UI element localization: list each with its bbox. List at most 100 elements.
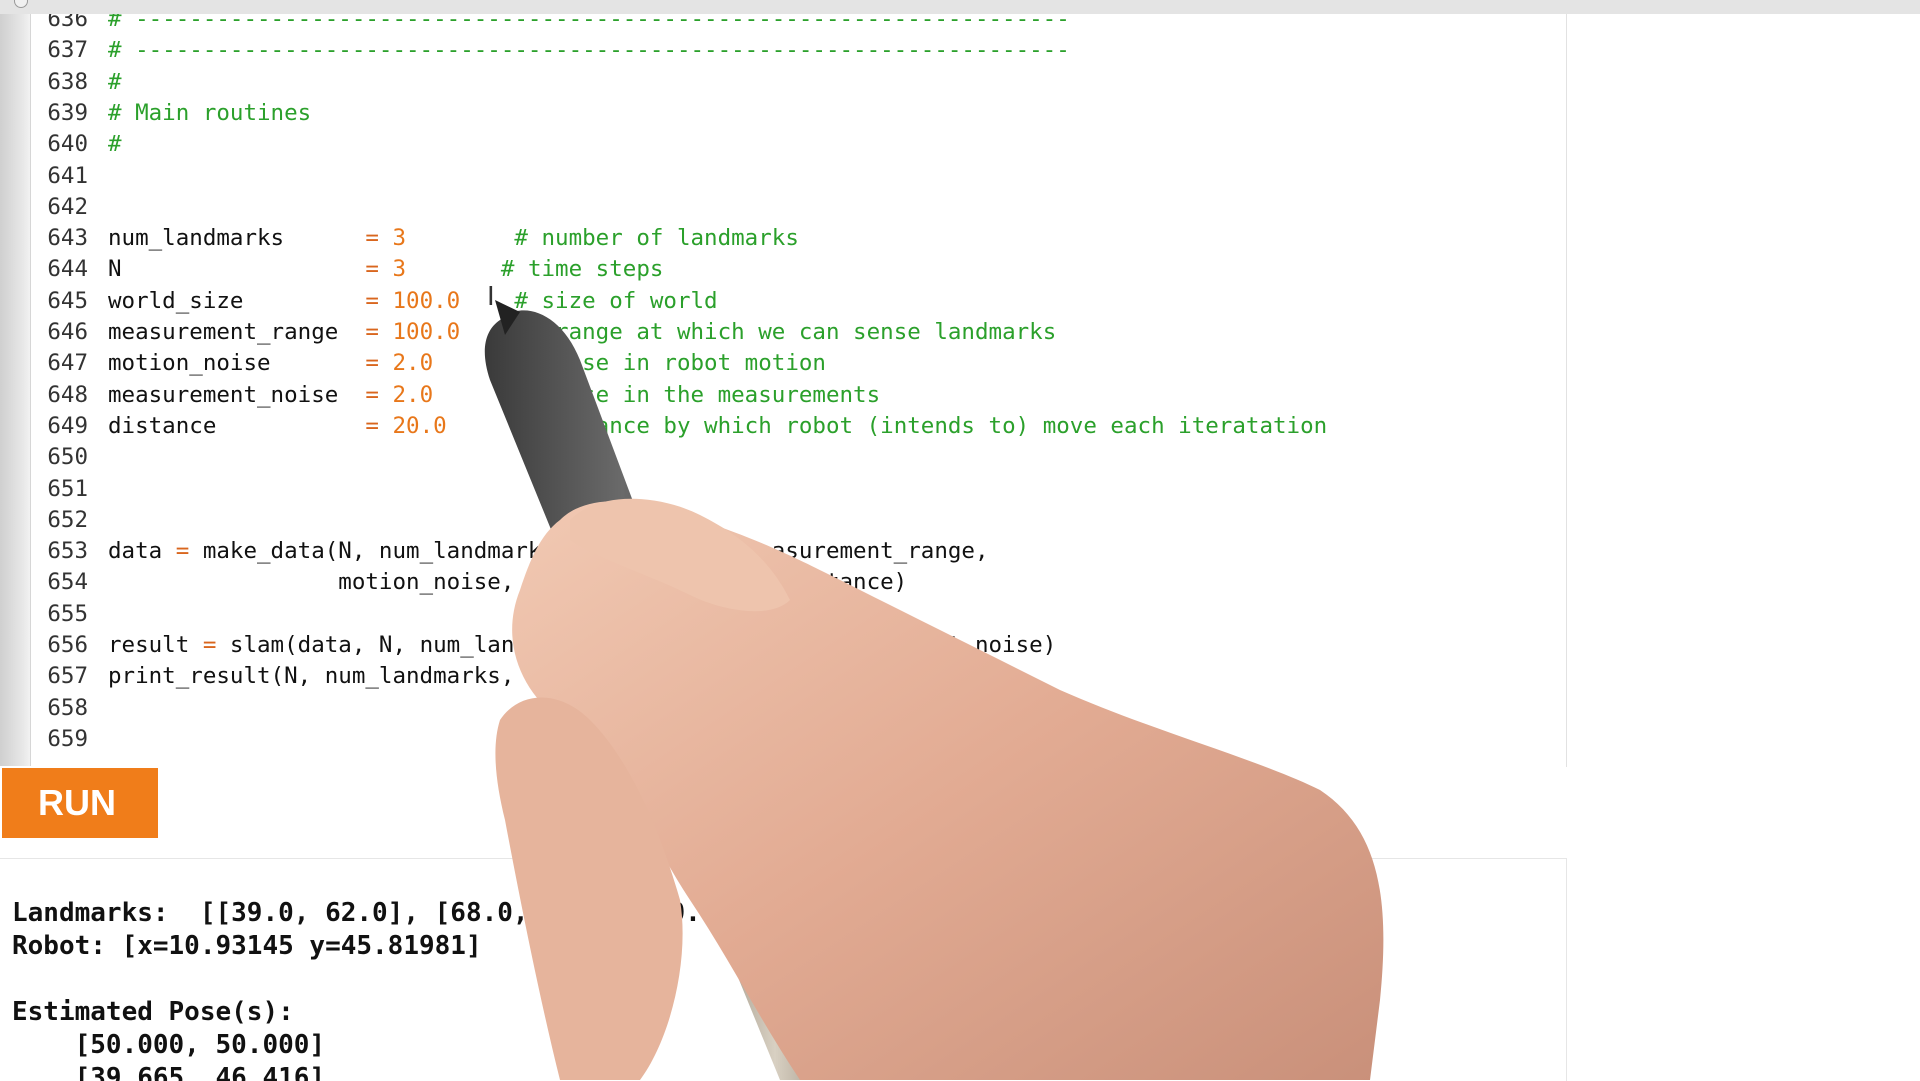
code-token: =: [365, 412, 379, 439]
code-token: measurement_range: [108, 319, 366, 345]
code-token: result: [108, 632, 203, 658]
code-token: =: [365, 287, 379, 314]
code-line[interactable]: 642: [0, 192, 1566, 223]
code-token: # range at which we can sense landmarks: [460, 319, 1057, 345]
code-token: data: [108, 538, 176, 565]
code-line[interactable]: 636 # -----------------------------------…: [0, 14, 1566, 35]
code-line[interactable]: 646 measurement_range = 100.0 # range at …: [0, 317, 1566, 348]
code-line[interactable]: 645 world_size = 100.0 # size of world: [0, 286, 1566, 317]
code-token: 3: [378, 225, 407, 252]
line-number: 643: [47, 225, 88, 252]
code-token: make_data(N, num_landmarks, world_size, …: [189, 538, 989, 565]
code-line[interactable]: 650: [0, 442, 1566, 473]
code-text: # --------------------------------------…: [108, 35, 1070, 66]
code-text: # Main routines: [108, 98, 311, 129]
code-line[interactable]: 640 #: [0, 129, 1566, 160]
code-text: N = 3 # time steps: [108, 254, 663, 285]
line-number: 658: [47, 694, 88, 721]
code-token: # time steps: [406, 256, 664, 283]
code-token: 2: [622, 663, 637, 690]
code-token: num_landmarks: [108, 225, 366, 252]
code-line[interactable]: 651: [0, 474, 1566, 505]
code-token: =: [365, 256, 379, 283]
code-line[interactable]: 649 distance = 20.0 # distance by which r…: [0, 411, 1566, 442]
line-number: 636: [47, 14, 88, 32]
code-line[interactable]: 644 N = 3 # time steps: [0, 254, 1566, 285]
code-editor[interactable]: 636 # -----------------------------------…: [0, 14, 1567, 767]
code-text: world_size = 100.0 # size of world: [108, 286, 718, 317]
code-line[interactable]: 638 #: [0, 67, 1566, 98]
code-line[interactable]: 641: [0, 161, 1566, 192]
code-line[interactable]: 659: [0, 724, 1566, 755]
code-token: =: [365, 225, 379, 252]
code-token: # size of world: [460, 287, 718, 314]
code-line[interactable]: 658: [0, 693, 1566, 724]
line-number: 645: [47, 287, 88, 314]
output-line: [50.000, 50.000]: [12, 1030, 326, 1060]
code-line[interactable]: 655: [0, 599, 1566, 630]
line-number: 642: [47, 193, 88, 220]
code-line[interactable]: 653 data = make_data(N, num_landmarks, wo…: [0, 536, 1566, 567]
code-line[interactable]: 654 motion_noise, measurement_noise, dis…: [0, 567, 1566, 598]
run-button[interactable]: RUN: [2, 768, 158, 838]
line-number: 644: [47, 256, 88, 283]
line-number: 651: [47, 475, 88, 502]
code-token: # number of landmarks: [406, 225, 799, 252]
output-panel: Landmarks: [[39.0, 62.0], [68.0, 23.0], …: [0, 858, 1567, 1081]
code-token: 100.0: [378, 287, 461, 314]
code-line[interactable]: 639 # Main routines: [0, 98, 1566, 129]
code-token: # noise in robot motion: [433, 350, 826, 377]
line-number: 653: [47, 538, 88, 565]
code-text: measurement_noise = 2.0 # noise in the m…: [108, 380, 880, 411]
line-number: 648: [47, 381, 88, 408]
code-token: distance: [108, 412, 366, 439]
code-text: distance = 20.0 # distance by which robo…: [108, 411, 1327, 442]
line-number: 637: [47, 37, 88, 64]
code-line[interactable]: 637 # -----------------------------------…: [0, 35, 1566, 66]
code-line[interactable]: 643 num_landmarks = 3 # number of landmar…: [0, 223, 1566, 254]
code-token: motion_noise, measurement_noise, distanc…: [108, 569, 908, 596]
code-token: 20.0: [378, 412, 447, 439]
line-number: 659: [47, 725, 88, 752]
code-line[interactable]: 656 result = slam(data, N, num_landmarks,…: [0, 630, 1566, 661]
line-number: 641: [47, 162, 88, 189]
code-token: #: [108, 68, 122, 95]
line-number: 639: [47, 99, 88, 126]
code-line[interactable]: 647 motion_noise = 2.0 # noise in robot m…: [0, 348, 1566, 379]
code-token: 3: [378, 256, 407, 283]
page-icon: [14, 0, 28, 8]
code-token: 2.0: [378, 350, 434, 377]
code-token: world_size: [108, 287, 366, 314]
code-line[interactable]: 648 measurement_noise = 2.0 # noise in th…: [0, 380, 1566, 411]
line-number: 655: [47, 600, 88, 627]
code-text: result = slam(data, N, num_landmarks, mo…: [108, 630, 1056, 661]
line-number: 652: [47, 506, 88, 533]
code-text: motion_noise, measurement_noise, distanc…: [108, 567, 907, 598]
code-text: print_result(N, num_landmarks, result[2]…: [108, 661, 663, 692]
code-token: # --------------------------------------…: [108, 37, 1070, 64]
code-line[interactable]: 652: [0, 505, 1566, 536]
code-text: measurement_range = 100.0 # range at whi…: [108, 317, 1056, 348]
line-number: 656: [47, 632, 88, 658]
code-token: ]): [636, 663, 664, 690]
code-text: num_landmarks = 3 # number of landmarks: [108, 223, 799, 254]
window-top-bar: [0, 0, 1920, 15]
right-margin: [1566, 14, 1920, 1080]
code-text: #: [108, 129, 122, 160]
line-number: 638: [47, 68, 88, 95]
line-number: 650: [47, 444, 88, 471]
code-line[interactable]: 657 print_result(N, num_landmarks, result…: [0, 661, 1566, 692]
code-token: =: [202, 632, 217, 658]
run-bar: [0, 766, 1566, 858]
code-token: =: [365, 319, 379, 345]
code-token: 2.0: [378, 381, 434, 408]
text-cursor-icon: I: [487, 282, 495, 312]
code-token: # distance by which robot (intends to) m…: [446, 412, 1328, 439]
output-line: Estimated Pose(s):: [12, 997, 294, 1027]
code-token: =: [365, 350, 379, 377]
output-line: Landmarks: [[39.0, 62.0], [68.0, 23.0], …: [12, 898, 842, 928]
line-number: 646: [47, 319, 88, 345]
code-text: #: [108, 67, 122, 98]
code-token: motion_noise: [108, 350, 366, 377]
code-token: # Main routines: [108, 99, 312, 126]
